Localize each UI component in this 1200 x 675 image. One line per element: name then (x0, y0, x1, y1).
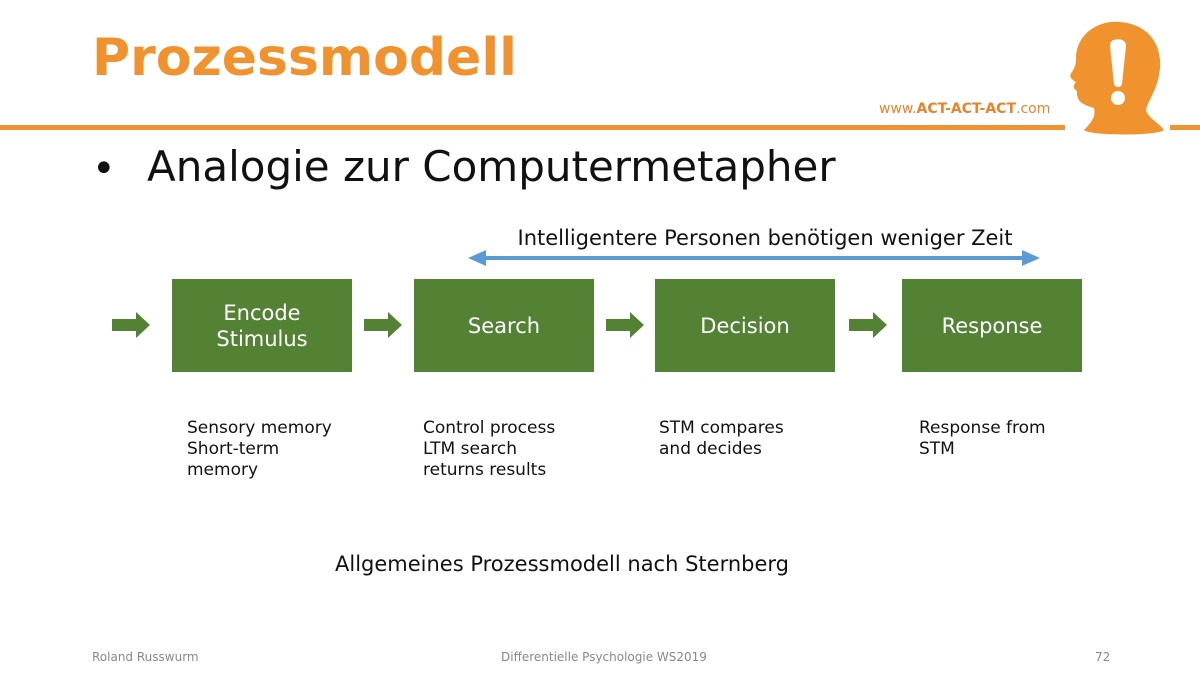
url-brand: ACT-ACT-ACT (916, 101, 1016, 117)
step-label: Search (467, 313, 541, 338)
figure-caption: Allgemeines Prozessmodell nach Sternberg (335, 552, 789, 576)
header-divider (0, 125, 1065, 130)
step-description-encode: Sensory memory Short-term memory (187, 418, 332, 480)
arrow-right-icon (364, 312, 402, 338)
range-label: Intelligentere Personen benötigen wenige… (517, 226, 1013, 250)
footer-course: Differentielle Psychologie WS2019 (501, 650, 707, 664)
url-suffix: .com (1016, 101, 1051, 117)
step-label: Encode Stimulus (216, 300, 308, 351)
bullet-text: Analogie zur Computermetapher (147, 142, 836, 191)
bullet-symbol: • (92, 146, 116, 192)
url-prefix: www. (879, 101, 917, 117)
step-description-decision: STM compares and decides (659, 418, 784, 459)
step-description-response: Response from STM (919, 418, 1046, 459)
arrow-right-icon (112, 312, 150, 338)
website-url: www.ACT-ACT-ACT.com (879, 101, 1050, 117)
arrow-right-icon (606, 312, 644, 338)
header-divider-right (1170, 125, 1200, 130)
footer-author: Roland Russwurm (92, 650, 199, 664)
double-arrow-icon (468, 250, 1040, 266)
slide-title: Prozessmodell (92, 28, 517, 88)
step-box-decision: Decision (655, 279, 835, 372)
step-box-search: Search (414, 279, 594, 372)
step-description-search: Control process LTM search returns resul… (423, 418, 556, 480)
footer-page-number: 72 (1095, 650, 1111, 664)
arrow-right-icon (849, 312, 887, 338)
head-exclamation-icon (1070, 21, 1164, 135)
step-box-response: Response (902, 279, 1082, 372)
step-box-encode: Encode Stimulus (172, 279, 352, 372)
step-label: Decision (700, 313, 790, 338)
step-label: Response (941, 313, 1043, 338)
